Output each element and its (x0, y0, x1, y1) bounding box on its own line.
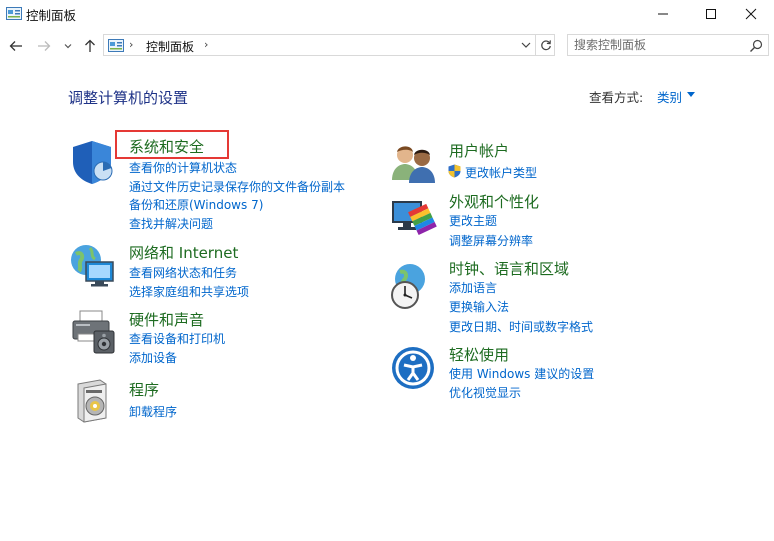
maximize-icon (706, 9, 716, 19)
category-ease-of-access-title[interactable]: 轻松使用 (449, 344, 509, 365)
arrow-left-icon (9, 41, 22, 51)
address-bar[interactable]: › 控制面板 › (103, 34, 555, 56)
link-file-history-backup[interactable]: 通过文件历史记录保存你的文件备份副本 (129, 178, 345, 195)
category-hardware-sound-title[interactable]: 硬件和声音 (129, 309, 204, 330)
clock-globe-icon[interactable] (388, 262, 436, 310)
link-screen-resolution[interactable]: 调整屏幕分辨率 (449, 232, 533, 249)
ease-of-access-icon[interactable] (390, 345, 438, 393)
link-backup-restore[interactable]: 备份和还原(Windows 7) (129, 196, 263, 213)
link-change-input-method[interactable]: 更换输入法 (449, 298, 509, 315)
link-homegroup-sharing[interactable]: 选择家庭组和共享选项 (129, 283, 249, 300)
link-change-theme[interactable]: 更改主题 (449, 212, 497, 229)
appearance-monitor-icon[interactable] (390, 195, 438, 243)
uac-shield-icon (448, 164, 461, 178)
view-by-dropdown[interactable]: 类别 (657, 87, 682, 106)
chevron-down-icon[interactable] (687, 92, 695, 97)
breadcrumb-item[interactable]: 控制面板 (146, 38, 194, 55)
up-button[interactable] (80, 36, 100, 56)
forward-button[interactable] (34, 36, 54, 56)
close-button[interactable] (728, 0, 774, 28)
link-change-account-type[interactable]: 更改帐户类型 (465, 164, 537, 181)
chevron-down-icon (521, 42, 531, 48)
breadcrumb-separator-icon[interactable]: › (129, 38, 133, 51)
category-network-title[interactable]: 网络和 Internet (129, 242, 238, 263)
link-add-language[interactable]: 添加语言 (449, 279, 497, 296)
link-devices-printers[interactable]: 查看设备和打印机 (129, 330, 225, 347)
minimize-button[interactable] (640, 0, 686, 28)
control-panel-icon (108, 38, 124, 52)
program-disc-icon[interactable] (70, 376, 118, 424)
search-input[interactable] (574, 37, 744, 53)
view-by-label: 查看方式: (589, 90, 644, 105)
search-icon[interactable] (748, 38, 764, 54)
address-dropdown-button[interactable] (518, 37, 534, 53)
back-button[interactable] (6, 36, 26, 56)
recent-locations-button[interactable] (58, 36, 78, 56)
link-network-status[interactable]: 查看网络状态和任务 (129, 264, 237, 281)
navigation-bar: › 控制面板 › (0, 32, 774, 60)
link-troubleshoot[interactable]: 查找并解决问题 (129, 215, 213, 232)
link-date-time-format[interactable]: 更改日期、时间或数字格式 (449, 318, 593, 335)
category-appearance-title[interactable]: 外观和个性化 (449, 191, 539, 212)
network-globe-icon[interactable] (68, 242, 116, 290)
category-programs-title[interactable]: 程序 (129, 379, 159, 400)
refresh-button[interactable] (535, 35, 556, 55)
title-bar: 控制面板 (0, 0, 774, 28)
chevron-down-icon (64, 44, 72, 49)
link-optimize-visual-display[interactable]: 优化视觉显示 (449, 384, 521, 401)
highlight-box (115, 130, 229, 159)
link-recommended-settings[interactable]: 使用 Windows 建议的设置 (449, 365, 594, 382)
page-title: 调整计算机的设置 (68, 89, 189, 107)
category-user-accounts-title[interactable]: 用户帐户 (449, 140, 509, 161)
users-icon[interactable] (390, 138, 438, 186)
search-box[interactable] (567, 34, 769, 56)
close-icon (745, 8, 757, 20)
link-add-device[interactable]: 添加设备 (129, 349, 177, 366)
arrow-right-icon (38, 41, 51, 51)
link-uninstall-program[interactable]: 卸载程序 (129, 403, 177, 420)
link-view-computer-status[interactable]: 查看你的计算机状态 (129, 159, 237, 176)
shield-icon[interactable] (70, 138, 118, 186)
printer-icon[interactable] (70, 307, 118, 355)
arrow-up-icon (85, 39, 95, 52)
minimize-icon (658, 13, 668, 15)
category-clock-region-title[interactable]: 时钟、语言和区域 (449, 258, 569, 279)
control-panel-icon (6, 6, 22, 20)
breadcrumb-separator-icon[interactable]: › (204, 38, 208, 51)
window-title: 控制面板 (26, 8, 77, 23)
refresh-icon (541, 40, 551, 51)
